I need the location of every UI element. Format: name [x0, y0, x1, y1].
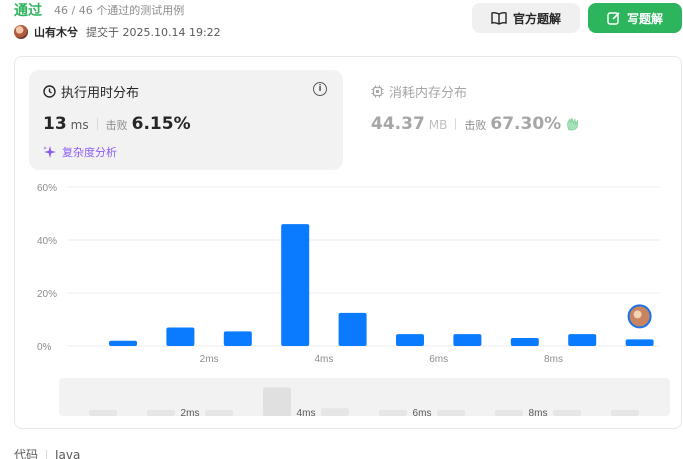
- divider: [46, 449, 48, 459]
- y-tick-label: 20%: [37, 289, 57, 300]
- mini-bar: [205, 410, 233, 416]
- y-tick-label: 0%: [37, 342, 52, 353]
- write-solution-label: 写题解: [626, 11, 663, 26]
- memory-panel[interactable]: 消耗内存分布 44.37 MB 击败 67.30%: [369, 70, 669, 170]
- runtime-panel[interactable]: 执行用时分布 i 13 ms 击败 6.15% 复杂度分析: [29, 70, 343, 170]
- memory-title: 消耗内存分布: [371, 82, 467, 101]
- code-label: 代码: [14, 448, 39, 459]
- official-solution-button[interactable]: 官方题解: [472, 3, 580, 33]
- divider: [455, 118, 457, 130]
- clock-icon: [43, 85, 56, 98]
- memory-beats-label: 击败: [464, 119, 487, 132]
- x-tick-label: 8ms: [544, 354, 563, 365]
- runtime-beats-label: 击败: [105, 119, 128, 132]
- x-tick-label: 2ms: [200, 354, 219, 365]
- x-tick-label: 4ms: [314, 354, 333, 365]
- mini-tick-label: 4ms: [297, 408, 316, 416]
- bar[interactable]: [166, 327, 195, 346]
- code-section-header: 代码 Java: [14, 446, 80, 459]
- author-name[interactable]: 山有木兮: [34, 24, 78, 40]
- code-language[interactable]: Java: [55, 448, 80, 459]
- runtime-beats: 6.15%: [131, 114, 191, 134]
- official-solution-label: 官方题解: [512, 11, 561, 26]
- bar[interactable]: [223, 331, 252, 346]
- result-card: 执行用时分布 i 13 ms 击败 6.15% 复杂度分析 消耗内存分布 44.…: [14, 56, 682, 429]
- author-row: 山有木兮 提交于 2025.10.14 19:22: [14, 24, 221, 40]
- mini-bar: [321, 408, 349, 416]
- mini-bar: [147, 410, 175, 416]
- runtime-title: 执行用时分布: [43, 82, 139, 101]
- info-icon[interactable]: i: [313, 82, 327, 96]
- memory-title-text: 消耗内存分布: [389, 86, 468, 101]
- complexity-analysis-link[interactable]: 复杂度分析: [43, 144, 117, 160]
- clap-hands-icon: [567, 117, 579, 131]
- bar[interactable]: [453, 334, 482, 346]
- runtime-distribution-chart[interactable]: 0% 20% 40% 60% 2ms 4ms 6ms 8ms: [15, 175, 683, 375]
- memory-value: 44.37: [371, 114, 425, 134]
- mini-bar: [495, 410, 523, 416]
- mini-tick-label: 8ms: [529, 408, 548, 416]
- complexity-label: 复杂度分析: [62, 146, 117, 159]
- runtime-title-text: 执行用时分布: [61, 86, 140, 101]
- bar[interactable]: [338, 312, 367, 346]
- runtime-values: 13 ms 击败 6.15%: [43, 114, 191, 134]
- distribution-overview-slider[interactable]: 2ms 4ms 6ms 8ms: [59, 378, 670, 416]
- sparkle-icon: [43, 146, 56, 158]
- divider: [96, 118, 98, 130]
- bar[interactable]: [396, 334, 424, 346]
- mini-tick-label: 2ms: [181, 408, 200, 416]
- mini-bar: [263, 387, 291, 416]
- runtime-value: 13: [43, 114, 67, 134]
- avatar-face: [633, 310, 642, 319]
- mini-bar: [611, 410, 639, 416]
- testcases-count: 46 / 46 个通过的测试用例: [54, 4, 185, 17]
- x-tick-label: 6ms: [429, 354, 448, 365]
- runtime-unit: ms: [70, 118, 89, 132]
- memory-values: 44.37 MB 击败 67.30%: [371, 114, 581, 134]
- bar[interactable]: [510, 338, 539, 346]
- mini-bar: [89, 410, 117, 416]
- chip-icon: [371, 85, 384, 98]
- bar[interactable]: [281, 224, 310, 346]
- y-tick-label: 60%: [37, 183, 57, 194]
- bar[interactable]: [568, 334, 597, 346]
- memory-unit: MB: [428, 118, 448, 132]
- mini-bar: [553, 410, 581, 416]
- book-icon: [491, 11, 507, 25]
- avatar[interactable]: [14, 25, 28, 39]
- status-accepted: 通过: [14, 3, 42, 19]
- write-solution-button[interactable]: 写题解: [588, 3, 682, 33]
- mini-bar: [437, 410, 465, 416]
- submission-header: 通过 46 / 46 个通过的测试用例 山有木兮 提交于 2025.10.14 …: [14, 0, 682, 44]
- edit-icon: [607, 12, 620, 25]
- memory-beats: 67.30%: [490, 114, 562, 134]
- bar[interactable]: [625, 339, 654, 346]
- y-tick-label: 40%: [37, 236, 57, 247]
- mini-tick-label: 6ms: [413, 408, 432, 416]
- bar[interactable]: [109, 340, 137, 346]
- submit-time: 提交于 2025.10.14 19:22: [86, 26, 221, 39]
- mini-bar: [379, 410, 407, 416]
